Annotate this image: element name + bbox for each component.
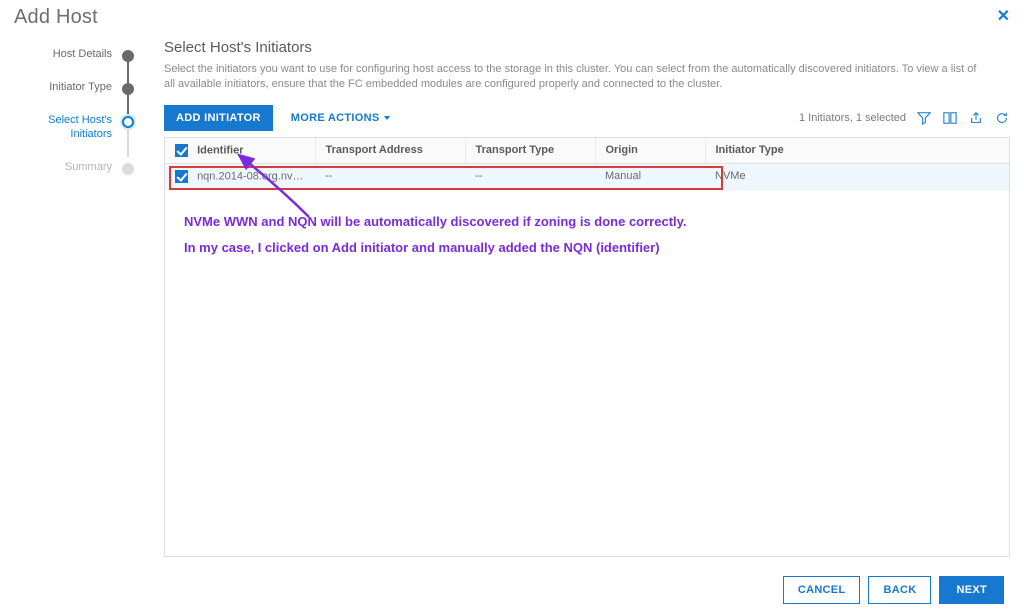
- step-summary: Summary: [14, 160, 134, 193]
- column-header-transport-type[interactable]: Transport Type: [465, 138, 595, 164]
- step-initiator-type[interactable]: Initiator Type: [14, 80, 134, 113]
- select-all-checkbox[interactable]: [175, 144, 188, 157]
- step-dot-icon: [122, 50, 134, 62]
- step-label: Select Host's Initiators: [32, 113, 122, 142]
- filter-icon[interactable]: [916, 110, 932, 126]
- column-header-transport-address[interactable]: Transport Address: [315, 138, 465, 164]
- column-header-origin[interactable]: Origin: [595, 138, 705, 164]
- cell-initiator-type: NVMe: [705, 163, 1009, 189]
- cancel-button[interactable]: CANCEL: [783, 576, 861, 604]
- cell-transport-type: --: [465, 163, 595, 189]
- export-icon[interactable]: [968, 110, 984, 126]
- wizard-stepper: Host Details Initiator Type Select Host'…: [14, 39, 134, 557]
- initiators-table: Identifier Transport Address Transport T…: [164, 137, 1010, 557]
- column-header-initiator-type[interactable]: Initiator Type: [705, 138, 1009, 164]
- step-dot-icon: [122, 163, 134, 175]
- add-initiator-button[interactable]: ADD INITIATOR: [164, 105, 273, 131]
- annotation-text: NVMe WWN and NQN will be automatically d…: [184, 209, 687, 261]
- section-description: Select the initiators you want to use fo…: [164, 62, 984, 93]
- more-actions-button[interactable]: MORE ACTIONS: [281, 105, 400, 131]
- columns-icon[interactable]: [942, 110, 958, 126]
- chevron-down-icon: [384, 116, 390, 120]
- refresh-icon[interactable]: [994, 110, 1010, 126]
- next-button[interactable]: NEXT: [939, 576, 1004, 604]
- step-label: Host Details: [53, 47, 122, 61]
- cell-transport-address: --: [315, 163, 465, 189]
- back-button[interactable]: BACK: [868, 576, 931, 604]
- table-row[interactable]: nqn.2014-08.org.nvm... -- -- Manual NVMe: [165, 163, 1009, 189]
- cell-origin: Manual: [595, 163, 705, 189]
- step-dot-icon: [122, 116, 134, 128]
- selection-status: 1 Initiators, 1 selected: [799, 112, 906, 124]
- section-title: Select Host's Initiators: [164, 39, 1010, 56]
- step-label: Summary: [65, 160, 122, 174]
- step-dot-icon: [122, 83, 134, 95]
- step-host-details[interactable]: Host Details: [14, 47, 134, 80]
- step-label: Initiator Type: [49, 80, 122, 94]
- row-checkbox[interactable]: [175, 170, 188, 183]
- close-icon[interactable]: ✕: [997, 6, 1010, 26]
- column-header-identifier[interactable]: Identifier: [165, 138, 315, 164]
- step-select-initiators[interactable]: Select Host's Initiators: [14, 113, 134, 160]
- more-actions-label: MORE ACTIONS: [291, 112, 380, 124]
- modal-title: Add Host: [0, 0, 1024, 39]
- cell-identifier: nqn.2014-08.org.nvm...: [197, 170, 311, 182]
